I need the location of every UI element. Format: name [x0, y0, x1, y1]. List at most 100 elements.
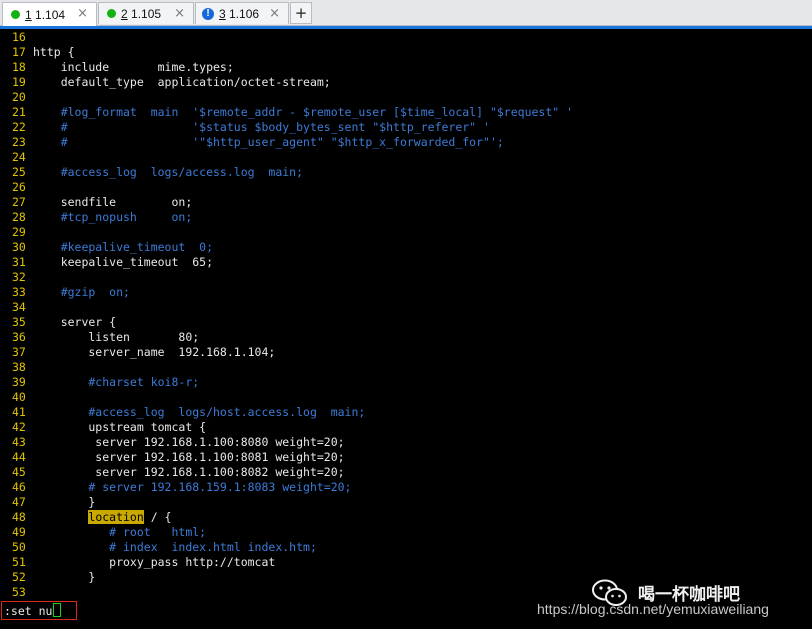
connected-status-icon — [11, 10, 20, 19]
editor-line: 45 server 192.168.1.100:8082 weight=20; — [0, 465, 812, 480]
terminal-editor[interactable]: 16 17 http {18 include mime.types; 19 defau… — [0, 30, 812, 601]
line-text: server 192.168.1.100:8082 weight=20; — [33, 465, 345, 479]
new-tab-button[interactable]: + — [290, 2, 312, 24]
line-text: #log_format main '$remote_addr - $remote… — [33, 105, 574, 119]
tab-session-2[interactable]: 2 1.105 × — [98, 2, 194, 24]
line-number: 19 — [12, 75, 26, 89]
line-text: #charset koi8-r; — [33, 375, 200, 389]
line-number: 44 — [12, 450, 26, 464]
editor-line: 29 — [0, 225, 812, 240]
editor-line: 37 server_name 192.168.1.104; — [0, 345, 812, 360]
editor-line: 36 listen 80; — [0, 330, 812, 345]
editor-line: 40 — [0, 390, 812, 405]
editor-line: 38 — [0, 360, 812, 375]
editor-line: 20 — [0, 90, 812, 105]
line-number: 39 — [12, 375, 26, 389]
line-text: #tcp_nopush on; — [33, 210, 193, 224]
line-number: 18 — [12, 60, 26, 74]
line-text: proxy_pass http://tomcat — [33, 555, 276, 569]
line-text: http { — [33, 45, 75, 59]
connected-status-icon — [107, 9, 116, 18]
line-number: 20 — [12, 90, 26, 104]
editor-line: 41 #access_log logs/host.access.log main… — [0, 405, 812, 420]
line-number: 38 — [12, 360, 26, 374]
line-number: 17 — [12, 45, 26, 59]
line-text: default_type application/octet-stream; — [33, 75, 331, 89]
close-icon[interactable]: × — [77, 6, 88, 21]
tab-session-1[interactable]: 1 1.104 × — [2, 2, 97, 26]
editor-line: 24 — [0, 150, 812, 165]
line-text: keepalive_timeout 65; — [33, 255, 214, 269]
line-number: 47 — [12, 495, 26, 509]
editor-line: 27 sendfile on; — [0, 195, 812, 210]
line-text: sendfile on; — [33, 195, 193, 209]
line-text: #access_log logs/host.access.log main; — [33, 405, 366, 419]
line-text: server { — [33, 315, 117, 329]
line-text: location / { — [88, 510, 172, 524]
line-number: 48 — [12, 510, 26, 524]
line-number: 22 — [12, 120, 26, 134]
close-icon[interactable]: × — [269, 6, 280, 21]
editor-line: 34 — [0, 300, 812, 315]
editor-line: 47 } — [0, 495, 812, 510]
line-text: include mime.types; — [33, 60, 234, 74]
line-text: } — [33, 495, 96, 509]
command-text: :set nu — [4, 604, 53, 618]
tab-label: 2 1.105 — [121, 6, 162, 21]
editor-line: 31 keepalive_timeout 65; — [0, 255, 812, 270]
editor-line: 42 upstream tomcat { — [0, 420, 812, 435]
text-cursor — [53, 603, 62, 617]
editor-line: 51 proxy_pass http://tomcat — [0, 555, 812, 570]
line-number: 33 — [12, 285, 26, 299]
line-number: 41 — [12, 405, 26, 419]
line-text: # server 192.168.159.1:8083 weight=20; — [33, 480, 352, 494]
active-tab-indicator — [0, 26, 812, 29]
line-number: 37 — [12, 345, 26, 359]
line-text: server 192.168.1.100:8081 weight=20; — [33, 450, 345, 464]
line-number: 16 — [12, 30, 26, 44]
editor-line: 48 location / { — [0, 510, 812, 525]
line-text: upstream tomcat { — [33, 420, 207, 434]
line-text: #access_log logs/access.log main; — [33, 165, 304, 179]
line-text: # index index.html index.htm; — [33, 540, 317, 554]
line-text: } — [33, 570, 96, 584]
line-number: 40 — [12, 390, 26, 404]
line-number: 52 — [12, 570, 26, 584]
editor-line: 22 # '$status $body_bytes_sent "$http_re… — [0, 120, 812, 135]
editor-line: 18 include mime.types; — [0, 60, 812, 75]
editor-line: 43 server 192.168.1.100:8080 weight=20; — [0, 435, 812, 450]
line-text: #gzip on; — [33, 285, 130, 299]
line-text: server_name 192.168.1.104; — [33, 345, 276, 359]
line-number: 26 — [12, 180, 26, 194]
editor-line: 33 #gzip on; — [0, 285, 812, 300]
line-number: 46 — [12, 480, 26, 494]
warning-status-icon: ! — [202, 7, 214, 20]
line-text: #keepalive_timeout 0; — [33, 240, 214, 254]
vim-command-line[interactable]: :set nu — [4, 603, 62, 618]
editor-line: 16 — [0, 30, 812, 45]
close-icon[interactable]: × — [174, 6, 185, 21]
line-number: 25 — [12, 165, 26, 179]
line-number: 28 — [12, 210, 26, 224]
line-number: 36 — [12, 330, 26, 344]
line-number: 23 — [12, 135, 26, 149]
editor-line: 25 #access_log logs/access.log main; — [0, 165, 812, 180]
editor-line: 26 — [0, 180, 812, 195]
line-number: 35 — [12, 315, 26, 329]
editor-line: 49 # root html; — [0, 525, 812, 540]
line-text: # '"$http_user_agent" "$http_x_forwarded… — [33, 135, 504, 149]
line-text: listen 80; — [33, 330, 200, 344]
editor-line: 32 — [0, 270, 812, 285]
editor-line: 44 server 192.168.1.100:8081 weight=20; — [0, 450, 812, 465]
line-number: 21 — [12, 105, 26, 119]
line-number: 34 — [12, 300, 26, 314]
search-highlight: location — [88, 510, 144, 524]
editor-line: 19 default_type application/octet-stream… — [0, 75, 812, 90]
tab-bar: 1 1.104 × 2 1.105 × ! 3 1.106 × + — [0, 0, 812, 26]
editor-line: 30 #keepalive_timeout 0; — [0, 240, 812, 255]
line-number: 27 — [12, 195, 26, 209]
line-number: 31 — [12, 255, 26, 269]
line-number: 30 — [12, 240, 26, 254]
tab-session-3[interactable]: ! 3 1.106 × — [195, 2, 289, 24]
line-number: 49 — [12, 525, 26, 539]
